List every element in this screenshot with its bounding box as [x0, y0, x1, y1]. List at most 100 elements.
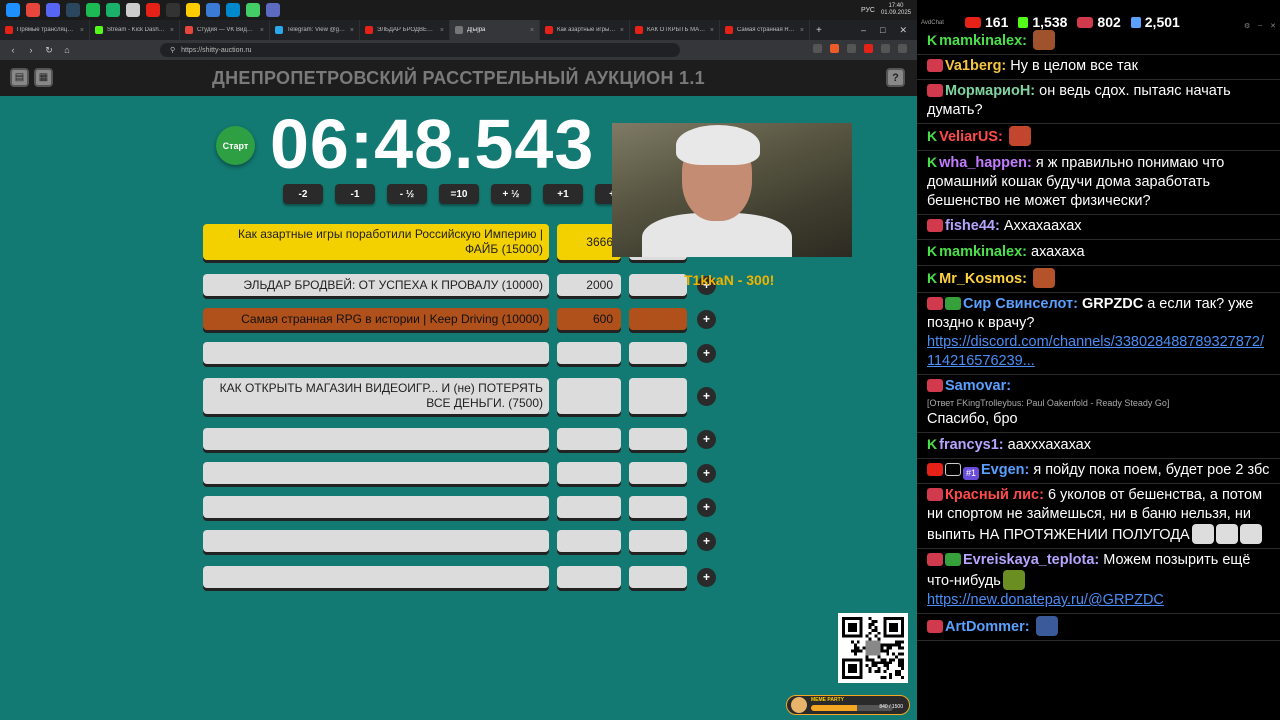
- lot-amount-field[interactable]: 600: [557, 308, 621, 330]
- tab-close-icon[interactable]: ×: [440, 27, 444, 34]
- taskbar-app-icon[interactable]: [106, 3, 120, 17]
- time-adjust-button[interactable]: =10: [439, 184, 479, 204]
- time-adjust-button[interactable]: +1: [543, 184, 583, 204]
- add-to-lot-button[interactable]: +: [697, 497, 716, 517]
- brave-shield-icon[interactable]: [830, 44, 839, 53]
- language-indicator[interactable]: РУС: [861, 7, 875, 14]
- browser-tab[interactable]: ЭЛЬДАР БРОДВЕЙ: ОТ ×: [360, 20, 450, 40]
- taskbar-app-icon[interactable]: [206, 3, 220, 17]
- lot-add-amount-field[interactable]: [629, 308, 687, 330]
- lot-amount-field[interactable]: [557, 496, 621, 518]
- url-field[interactable]: ⚲ https://shitty-auction.ru: [160, 43, 680, 57]
- chat-username[interactable]: mamkinalex:: [939, 244, 1027, 260]
- downloads-icon[interactable]: [881, 44, 890, 53]
- chat-link[interactable]: https://discord.com/channels/33802848878…: [927, 334, 1264, 369]
- tab-close-icon[interactable]: ×: [260, 27, 264, 34]
- add-to-lot-button[interactable]: +: [697, 309, 716, 329]
- lot-name-field[interactable]: [203, 428, 549, 450]
- system-clock[interactable]: 17:40 01.09.2025: [881, 3, 911, 17]
- taskbar-app-icon[interactable]: [266, 3, 280, 17]
- lot-name-field[interactable]: ЭЛЬДАР БРОДВЕЙ: ОТ УСПЕХА К ПРОВАЛУ (100…: [203, 274, 549, 296]
- lot-name-field[interactable]: [203, 462, 549, 484]
- forward-icon[interactable]: ›: [26, 45, 36, 55]
- taskbar-app-icon[interactable]: [26, 3, 40, 17]
- lot-amount-field[interactable]: [557, 530, 621, 552]
- browser-tab[interactable]: Прямые трансляции - Y ×: [0, 20, 90, 40]
- lot-amount-field[interactable]: [557, 462, 621, 484]
- lot-name-field[interactable]: [203, 566, 549, 588]
- tab-close-icon[interactable]: ×: [170, 27, 174, 34]
- add-to-lot-button[interactable]: +: [697, 463, 716, 483]
- add-to-lot-button[interactable]: +: [697, 531, 716, 551]
- tab-close-icon[interactable]: ×: [530, 27, 534, 34]
- taskbar-app-icon[interactable]: [166, 3, 180, 17]
- help-button[interactable]: ?: [886, 68, 905, 87]
- time-adjust-button[interactable]: -1: [335, 184, 375, 204]
- lot-name-field[interactable]: [203, 342, 549, 364]
- browser-tab[interactable]: Stream - Kick Dashboard ×: [90, 20, 180, 40]
- lot-name-field[interactable]: [203, 530, 549, 552]
- lot-amount-field[interactable]: [557, 566, 621, 588]
- browser-tab[interactable]: Telegram: View @grpzdc ×: [270, 20, 360, 40]
- chat-username[interactable]: Samovar:: [945, 378, 1011, 394]
- taskbar-app-icon[interactable]: [226, 3, 240, 17]
- menu-icon[interactable]: [898, 44, 907, 53]
- add-to-lot-button[interactable]: +: [697, 386, 716, 406]
- chat-username[interactable]: francys1:: [939, 437, 1003, 453]
- chat-username[interactable]: fishe44:: [945, 218, 1000, 234]
- chat-username[interactable]: mamkinalex:: [939, 33, 1027, 49]
- lot-name-field[interactable]: Как азартные игры поработили Российскую …: [203, 224, 549, 260]
- close-window-icon[interactable]: ✕: [899, 25, 907, 36]
- chat-username[interactable]: Mr_Kosmos:: [939, 271, 1027, 287]
- tab-close-icon[interactable]: ×: [350, 27, 354, 34]
- chat-username[interactable]: Va1berg:: [945, 58, 1006, 74]
- back-icon[interactable]: ‹: [8, 45, 18, 55]
- lot-add-amount-field[interactable]: [629, 462, 687, 484]
- minimize-icon[interactable]: –: [861, 25, 866, 36]
- maximize-icon[interactable]: □: [880, 25, 885, 36]
- site-info-icon[interactable]: ⚲: [170, 46, 175, 54]
- taskbar-app-icon[interactable]: [186, 3, 200, 17]
- taskbar-app-icon[interactable]: [246, 3, 260, 17]
- time-adjust-button[interactable]: -2: [283, 184, 323, 204]
- taskbar-app-icon[interactable]: [6, 3, 20, 17]
- extension-icon[interactable]: [864, 44, 873, 53]
- tab-close-icon[interactable]: ×: [80, 27, 84, 34]
- lot-add-amount-field[interactable]: [629, 428, 687, 450]
- sidebar-icon[interactable]: [847, 44, 856, 53]
- add-to-lot-button[interactable]: +: [697, 343, 716, 363]
- chat-username[interactable]: Evgen:: [981, 462, 1029, 478]
- browser-tab[interactable]: Студия — VK Видео Live ×: [180, 20, 270, 40]
- taskbar-app-icon[interactable]: [46, 3, 60, 17]
- chat-username[interactable]: Сир Свинселот:: [963, 296, 1078, 312]
- lot-add-amount-field[interactable]: [629, 378, 687, 414]
- browser-tab[interactable]: КАК ОТКРЫТЬ МАГАЗИ... ×: [630, 20, 720, 40]
- lot-amount-field[interactable]: 2000: [557, 274, 621, 296]
- lot-name-field[interactable]: [203, 496, 549, 518]
- chat-link[interactable]: https://new.donatepay.ru/@GRPZDC: [927, 592, 1164, 608]
- taskbar-app-icon[interactable]: [66, 3, 80, 17]
- lot-amount-field[interactable]: [557, 428, 621, 450]
- browser-tab[interactable]: Как азартные игры по... ×: [540, 20, 630, 40]
- chat-username[interactable]: Evreiskaya_teplota:: [963, 552, 1099, 568]
- chat-username[interactable]: Красный лис:: [945, 487, 1044, 503]
- add-to-lot-button[interactable]: +: [697, 567, 716, 587]
- time-adjust-button[interactable]: - ½: [387, 184, 427, 204]
- lot-amount-field[interactable]: [557, 378, 621, 414]
- new-tab-button[interactable]: +: [810, 25, 828, 36]
- chat-username[interactable]: wha_happen:: [939, 155, 1032, 171]
- taskbar-app-icon[interactable]: [126, 3, 140, 17]
- lot-add-amount-field[interactable]: [629, 566, 687, 588]
- taskbar-app-icon[interactable]: [146, 3, 160, 17]
- chat-username[interactable]: ArtDommer:: [945, 619, 1030, 635]
- reload-icon[interactable]: ↻: [44, 45, 54, 56]
- lot-name-field[interactable]: КАК ОТКРЫТЬ МАГАЗИН ВИДЕОИГР... И (не) П…: [203, 378, 549, 414]
- chat-username[interactable]: МормариоН:: [945, 83, 1035, 99]
- lot-add-amount-field[interactable]: [629, 342, 687, 364]
- taskbar-app-icon[interactable]: [86, 3, 100, 17]
- lot-add-amount-field[interactable]: [629, 496, 687, 518]
- time-adjust-button[interactable]: + ½: [491, 184, 531, 204]
- lot-add-amount-field[interactable]: [629, 530, 687, 552]
- browser-tab[interactable]: Д[ы]ра ×: [450, 20, 540, 40]
- add-to-lot-button[interactable]: +: [697, 429, 716, 449]
